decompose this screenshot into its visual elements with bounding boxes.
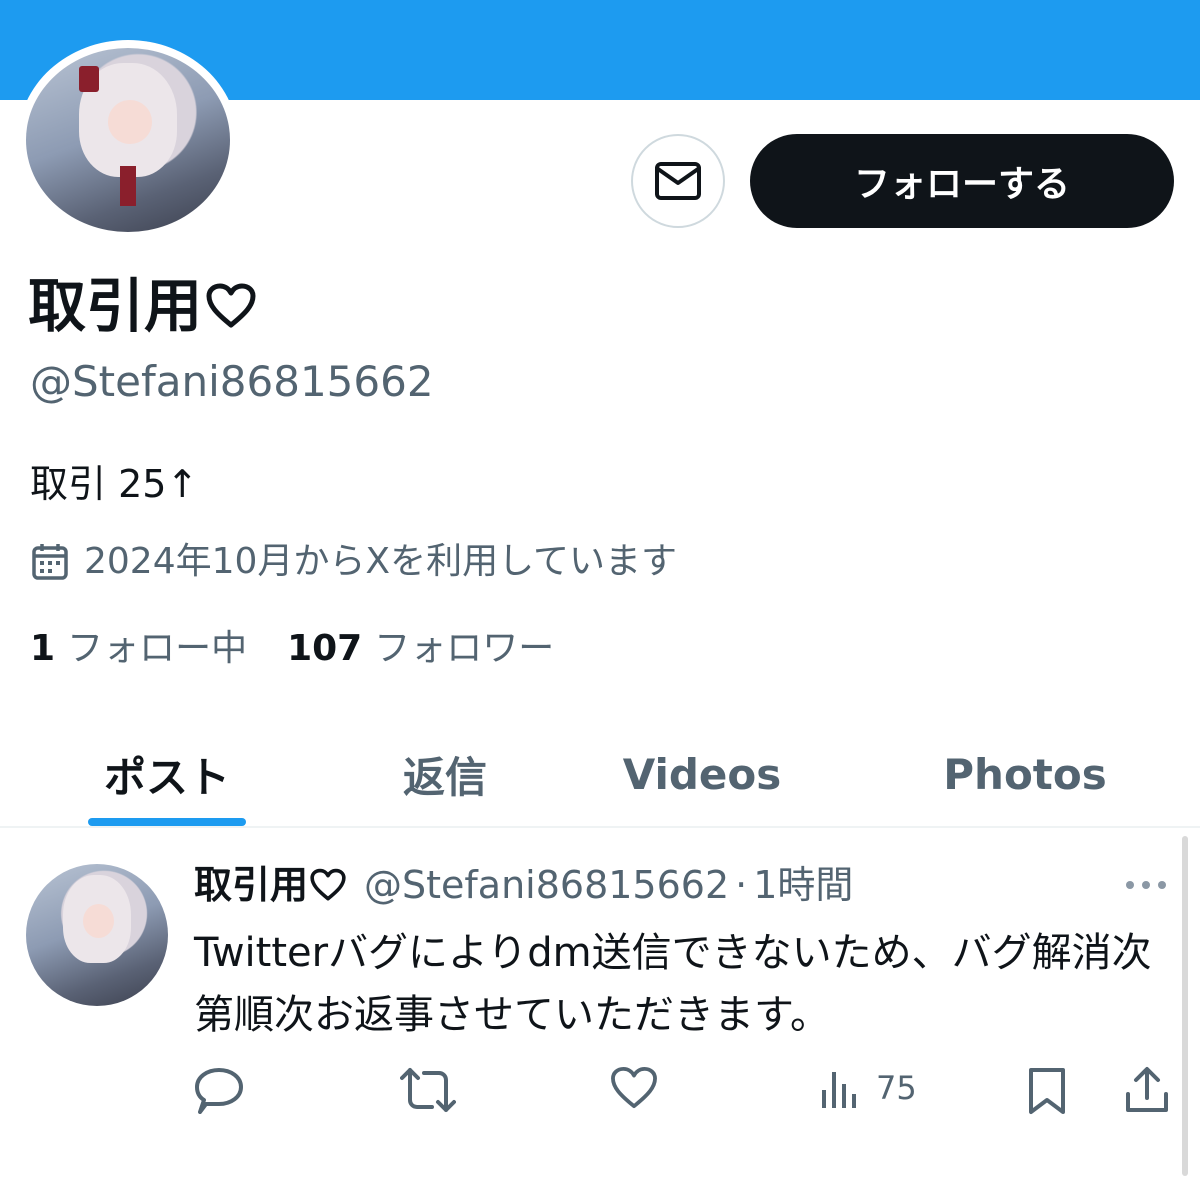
- heart-icon: [310, 868, 346, 901]
- post-author-name[interactable]: 取引用: [194, 860, 346, 910]
- repost-button[interactable]: [400, 1066, 456, 1114]
- profile-display-name: 取引用: [28, 270, 256, 342]
- post-author-text: 取引用: [194, 863, 309, 907]
- followers-label: フォロワー: [374, 628, 555, 669]
- post-avatar[interactable]: [26, 864, 168, 1006]
- mail-icon: [655, 162, 701, 200]
- profile-bio: 取引 25↑: [30, 462, 199, 506]
- joined-date: 2024年10月からXを利用しています: [30, 538, 677, 586]
- profile-avatar[interactable]: [18, 40, 238, 240]
- post-item[interactable]: 取引用 @Stefani86815662 · 1時間 Twitterバグによりd…: [0, 830, 1200, 1185]
- reply-icon: [195, 1068, 243, 1114]
- post-actions: 75: [0, 1066, 1200, 1126]
- like-button[interactable]: [610, 1066, 658, 1110]
- views-button[interactable]: 75: [818, 1066, 917, 1110]
- followers-link[interactable]: 107 フォロワー: [287, 626, 554, 672]
- following-label: フォロー中: [67, 628, 248, 669]
- post-header: 取引用 @Stefani86815662 · 1時間: [194, 860, 853, 910]
- follow-button[interactable]: フォローする: [750, 134, 1174, 228]
- post-separator: ·: [735, 863, 748, 907]
- followers-count: 107: [287, 628, 363, 669]
- joined-text: 2024年10月からXを利用しています: [84, 541, 678, 582]
- post-author-handle[interactable]: @Stefani86815662: [364, 860, 729, 910]
- views-icon: [822, 1072, 856, 1108]
- following-count: 1: [30, 628, 56, 669]
- tab-replies[interactable]: 返信: [340, 720, 550, 828]
- profile-handle: @Stefani86815662: [30, 357, 434, 406]
- repost-icon: [400, 1068, 456, 1112]
- post-text: Twitterバグによりdm送信できないため、バグ解消次第順次お返事させていただ…: [194, 930, 1152, 1038]
- share-button[interactable]: [1124, 1066, 1170, 1114]
- more-icon[interactable]: [1124, 876, 1168, 895]
- display-name-text: 取引用: [28, 272, 203, 340]
- active-tab-indicator: [88, 818, 246, 826]
- tab-posts[interactable]: ポスト: [60, 720, 274, 828]
- calendar-icon: [32, 544, 68, 580]
- post-timestamp[interactable]: 1時間: [753, 860, 853, 910]
- profile-tabs: ポスト 返信 Videos Photos: [0, 720, 1200, 828]
- following-link[interactable]: 1 フォロー中: [30, 626, 247, 672]
- views-count: 75: [876, 1069, 917, 1107]
- bookmark-button[interactable]: [1026, 1066, 1068, 1116]
- tab-photos[interactable]: Photos: [920, 720, 1130, 828]
- share-icon: [1126, 1067, 1168, 1112]
- message-button[interactable]: [631, 134, 725, 228]
- reply-button[interactable]: [194, 1066, 244, 1114]
- tab-videos[interactable]: Videos: [600, 720, 804, 828]
- heart-icon: [206, 283, 256, 329]
- scrollbar[interactable]: [1182, 836, 1188, 1176]
- like-icon: [611, 1066, 657, 1109]
- follow-stats: 1 フォロー中 107 フォロワー: [30, 626, 594, 672]
- bookmark-icon: [1029, 1068, 1065, 1114]
